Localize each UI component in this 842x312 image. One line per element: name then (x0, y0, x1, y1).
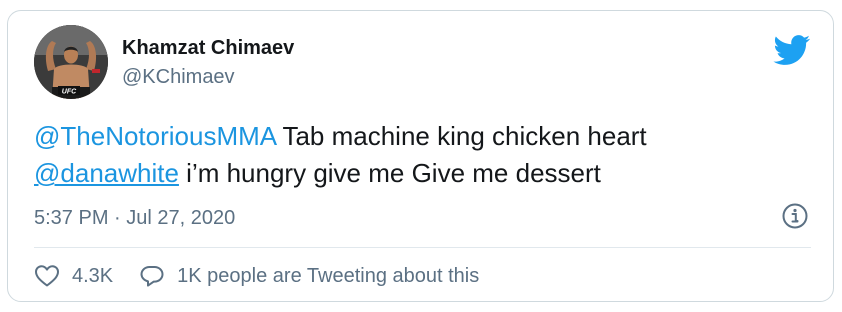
tweet-text-line2: i’m hungry give me Give me dessert (178, 158, 601, 188)
divider (34, 247, 811, 248)
author-handle[interactable]: @KChimaev (122, 66, 235, 89)
info-icon[interactable] (781, 202, 809, 230)
avatar-badge: UFC (62, 89, 77, 96)
mention-link[interactable]: @danawhite (34, 158, 179, 188)
speech-bubble-icon (140, 266, 164, 287)
tweet-timestamp[interactable]: 5:37 PM · Jul 27, 2020 (34, 207, 235, 230)
mention-link[interactable]: @TheNotoriousMMA (34, 121, 276, 151)
like-button[interactable]: 4.3K (34, 264, 113, 288)
heart-icon (35, 265, 59, 287)
like-count: 4.3K (72, 264, 114, 287)
tweet-card[interactable]: UFC Khamzat Chimaev @KChimaev @TheNotori… (7, 10, 834, 302)
conversation-link[interactable]: 1K people are Tweeting about this (139, 264, 479, 288)
tweet-text: @TheNotoriousMMA Tab machine king chicke… (34, 118, 814, 192)
conversation-text: 1K people are Tweeting about this (177, 264, 480, 287)
avatar-photo: UFC (34, 25, 108, 99)
tweet-text-line1: Tab machine king chicken heart (275, 121, 647, 151)
author-name[interactable]: Khamzat Chimaev (122, 37, 294, 60)
twitter-bird-icon[interactable] (773, 35, 811, 66)
avatar[interactable]: UFC (34, 25, 108, 99)
tweet-actions: 4.3K 1K people are Tweeting about this (34, 261, 479, 291)
